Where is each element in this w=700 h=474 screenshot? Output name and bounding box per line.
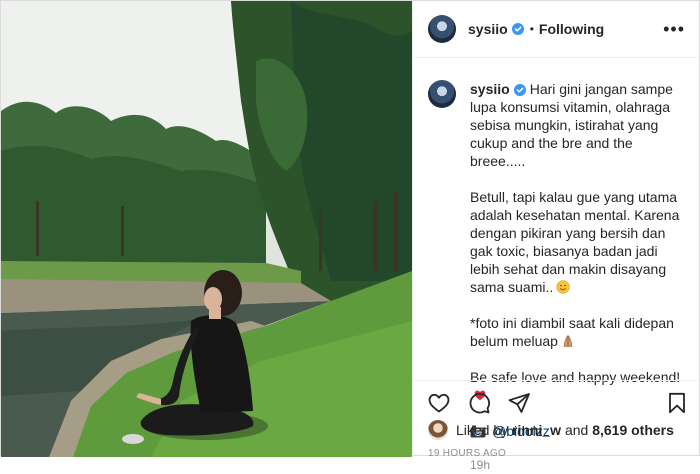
author-username[interactable]: sysiio <box>468 21 508 37</box>
pray-hands-emoji-icon <box>561 334 575 348</box>
caption-author-avatar[interactable] <box>428 80 456 108</box>
likes-conjunction: and <box>564 422 589 438</box>
paper-plane-icon[interactable] <box>507 391 531 415</box>
more-options-icon[interactable]: ••• <box>663 20 685 38</box>
post-header: sysiio • Following ••• <box>413 1 699 58</box>
instagram-post: sysiio • Following ••• sysiio Hari gini j… <box>0 0 700 472</box>
likes-prefix: Liked by <box>456 422 509 438</box>
caption-area: sysiio Hari gini jangan sampe lupa konsum… <box>413 58 699 472</box>
likes-others-link[interactable]: 8,619 others <box>592 422 674 438</box>
verified-badge-icon <box>511 23 524 35</box>
meditation-park-photo <box>1 1 412 457</box>
post-photo[interactable] <box>1 1 412 457</box>
heart-icon[interactable] <box>427 391 451 415</box>
caption-paragraph-3: *foto ini diambil saat kali didepan belu… <box>470 314 684 350</box>
verified-badge-icon <box>513 84 526 97</box>
following-button[interactable]: Following <box>539 21 604 37</box>
caption-body: sysiio Hari gini jangan sampe lupa konsum… <box>470 80 684 472</box>
caption-paragraph-1: sysiio Hari gini jangan sampe lupa konsum… <box>470 80 684 170</box>
author-avatar[interactable] <box>428 15 456 43</box>
likes-summary: Liked by rinni_w and 8,619 others <box>413 415 699 445</box>
comment-icon[interactable] <box>467 391 491 415</box>
caption-username[interactable]: sysiio <box>470 81 510 97</box>
bookmark-icon[interactable] <box>665 391 689 415</box>
caption-text-2: Betull, tapi kalau gue yang utama adalah… <box>470 189 680 295</box>
caption-paragraph-2: Betull, tapi kalau gue yang utama adalah… <box>470 188 684 296</box>
post-date[interactable]: 19 HOURS AGO <box>428 448 506 459</box>
separator-dot: • <box>529 22 534 36</box>
smiling-face-emoji-icon <box>556 280 570 294</box>
liker-username[interactable]: rinni_w <box>512 422 561 438</box>
post-side-panel: sysiio • Following ••• sysiio Hari gini j… <box>412 1 699 472</box>
liker-avatar[interactable] <box>428 420 448 440</box>
